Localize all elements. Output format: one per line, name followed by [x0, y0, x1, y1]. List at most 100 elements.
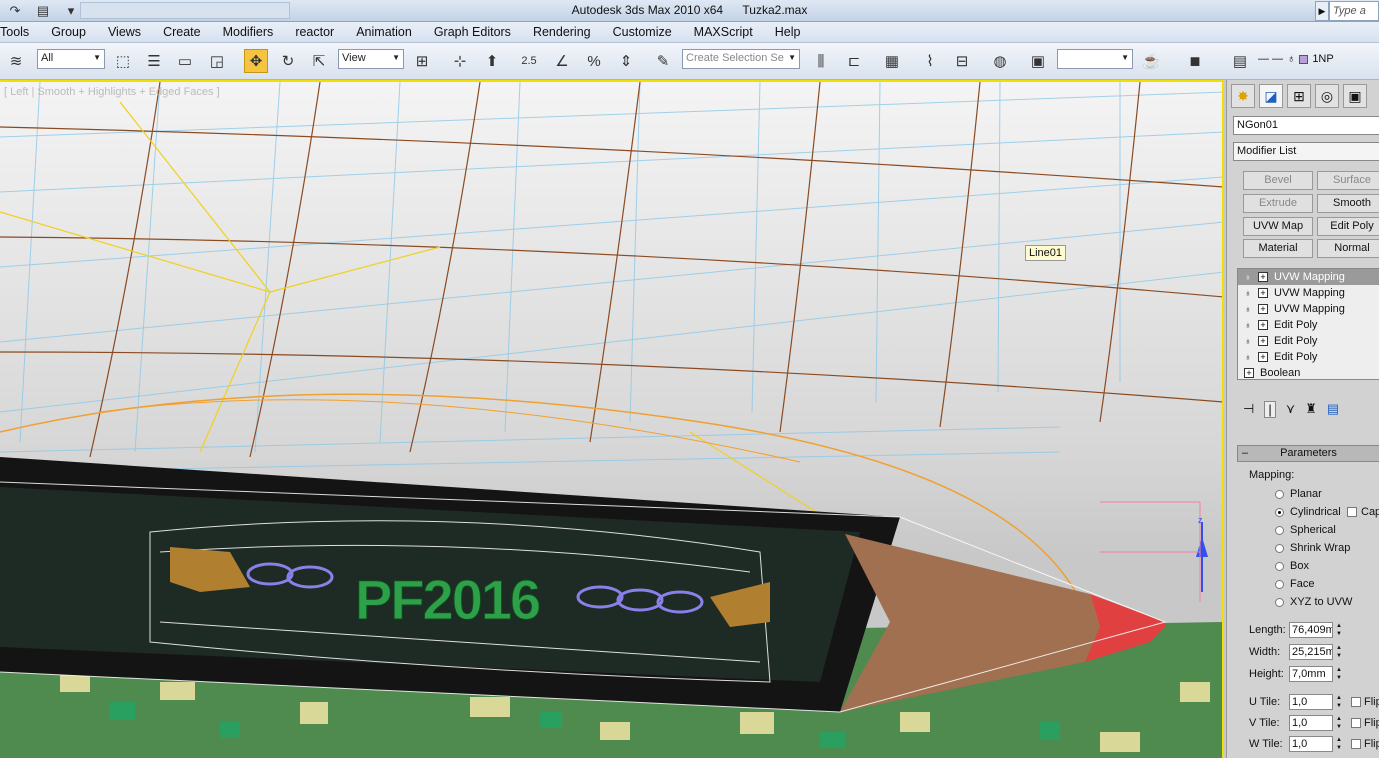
object-name-field[interactable]: NGon01	[1233, 116, 1379, 135]
material-editor-icon[interactable]: ◍	[988, 49, 1012, 73]
reference-coordinate-dropdown[interactable]: View	[338, 49, 404, 69]
curve-editor-icon[interactable]: ⌇	[918, 49, 942, 73]
viewport-left[interactable]: [ Left | Smooth + Highlights + Edged Fac…	[0, 80, 1224, 758]
stack-item[interactable]: ♁ + Edit Poly	[1238, 333, 1379, 349]
stack-item[interactable]: + Boolean	[1238, 365, 1379, 381]
stack-item[interactable]: ♁ + UVW Mapping	[1238, 301, 1379, 317]
select-and-manipulate-icon[interactable]: ⊹	[448, 49, 472, 73]
modifier-list-dropdown[interactable]: Modifier List	[1233, 142, 1379, 161]
object-cube-icon[interactable]: ■	[1183, 49, 1207, 73]
spinner-arrows-icon[interactable]: ▲ ▼	[1335, 694, 1343, 710]
select-and-move-icon[interactable]: ✥	[244, 49, 268, 73]
extrude-button[interactable]: Extrude	[1243, 194, 1313, 213]
stack-item[interactable]: ♁ + UVW Mapping	[1238, 285, 1379, 301]
select-and-rotate-icon[interactable]: ↻	[276, 49, 300, 73]
menu-animation[interactable]: Animation	[346, 25, 424, 39]
bulb-icon[interactable]: ♁	[1242, 320, 1254, 330]
stack-item[interactable]: ♁ + Edit Poly	[1238, 317, 1379, 333]
expand-icon[interactable]: +	[1258, 336, 1268, 346]
modify-tab-icon[interactable]: ◪	[1259, 84, 1283, 108]
selection-filter-dropdown[interactable]: All	[37, 49, 105, 69]
mapping-cylindrical-radio[interactable]: Cylindrical	[1275, 506, 1341, 518]
layer-color-swatch[interactable]	[1299, 54, 1309, 64]
u-tile-spinner[interactable]: U Tile: 1,0 ▲▼ Flip	[1249, 694, 1379, 710]
w-tile-field[interactable]: 1,0	[1289, 736, 1333, 752]
bulb-icon[interactable]: ♁	[1242, 352, 1254, 362]
create-tab-icon[interactable]: ✸	[1231, 84, 1255, 108]
render-type-dropdown[interactable]	[1057, 49, 1133, 69]
u-tile-field[interactable]: 1,0	[1289, 694, 1333, 710]
named-selection-sets-dropdown[interactable]: Create Selection Se	[682, 49, 800, 69]
configure-sets-icon[interactable]: ▤	[1327, 401, 1339, 417]
menu-maxscript[interactable]: MAXScript	[684, 25, 765, 39]
length-field[interactable]: 76,409m	[1289, 622, 1333, 638]
mapping-planar-radio[interactable]: Planar	[1275, 488, 1322, 500]
spinner-arrows-icon[interactable]: ▲ ▼	[1335, 622, 1343, 638]
align-icon[interactable]: ⊏	[842, 49, 866, 73]
menu-group[interactable]: Group	[41, 25, 98, 39]
motion-tab-icon[interactable]: ◎	[1315, 84, 1339, 108]
layer-name[interactable]: 1NP	[1312, 53, 1333, 65]
rectangular-selection-icon[interactable]: ▭	[173, 49, 197, 73]
pin-stack-icon[interactable]: ⊣	[1243, 401, 1254, 417]
menu-tools[interactable]: Tools	[0, 25, 41, 39]
expand-icon[interactable]: +	[1258, 288, 1268, 298]
make-unique-icon[interactable]: ⋎	[1286, 401, 1296, 417]
mapping-shrink-wrap-radio[interactable]: Shrink Wrap	[1275, 542, 1350, 554]
layers-icon[interactable]: ▤	[1228, 49, 1252, 73]
mirror-icon[interactable]: ⫼	[809, 49, 833, 73]
angle-snap-icon[interactable]: ∠	[550, 49, 574, 73]
spinner-arrows-icon[interactable]: ▲ ▼	[1335, 736, 1343, 752]
bevel-button[interactable]: Bevel	[1243, 171, 1313, 190]
parameters-header[interactable]: Parameters	[1237, 445, 1379, 462]
height-field[interactable]: 7,0mm	[1289, 666, 1333, 682]
percent-snap-icon[interactable]: %	[582, 49, 606, 73]
window-crossing-icon[interactable]: ◲	[205, 49, 229, 73]
length-spinner[interactable]: Length: 76,409m ▲ ▼	[1249, 622, 1343, 638]
v-flip-checkbox[interactable]: Flip	[1351, 717, 1379, 729]
cap-checkbox[interactable]: Cap	[1347, 506, 1379, 518]
spinner-arrows-icon[interactable]: ▲ ▼	[1335, 644, 1343, 660]
pivot-point-icon[interactable]: ⊞	[410, 49, 434, 73]
v-tile-field[interactable]: 1,0	[1289, 715, 1333, 731]
surface-button[interactable]: Surface	[1317, 171, 1379, 190]
snaps-toggle-icon[interactable]: 2.5	[517, 49, 541, 73]
w-flip-checkbox[interactable]: Flip	[1351, 738, 1379, 750]
mapping-xyz-to-uvw-radio[interactable]: XYZ to UVW	[1275, 596, 1352, 608]
viewport-label[interactable]: [ Left | Smooth + Highlights + Edged Fac…	[4, 86, 220, 98]
mapping-box-radio[interactable]: Box	[1275, 560, 1309, 572]
spinner-arrows-icon[interactable]: ▲ ▼	[1335, 666, 1343, 682]
menu-create[interactable]: Create	[153, 25, 213, 39]
layer-bulb-icon[interactable]: ♁	[1287, 53, 1295, 65]
bulb-icon[interactable]: ♁	[1242, 272, 1254, 282]
expand-icon[interactable]: +	[1258, 304, 1268, 314]
remove-modifier-icon[interactable]: ♜	[1305, 401, 1317, 417]
select-and-scale-icon[interactable]: ⇱	[307, 49, 331, 73]
bulb-icon[interactable]: ♁	[1242, 304, 1254, 314]
menu-customize[interactable]: Customize	[603, 25, 684, 39]
render-setup-icon[interactable]: ▣	[1026, 49, 1050, 73]
uvw-map-button[interactable]: UVW Map	[1243, 217, 1313, 236]
normal-button[interactable]: Normal	[1317, 239, 1379, 258]
menu-rendering[interactable]: Rendering	[523, 25, 603, 39]
link-icon[interactable]: ≋	[4, 49, 28, 73]
stack-item[interactable]: ♁ + UVW Mapping	[1238, 269, 1379, 285]
expand-icon[interactable]: +	[1244, 368, 1254, 378]
menu-help[interactable]: Help	[765, 25, 813, 39]
expand-icon[interactable]: +	[1258, 320, 1268, 330]
display-tab-icon[interactable]: ▣	[1343, 84, 1367, 108]
stack-item[interactable]: ♁ + Edit Poly	[1238, 349, 1379, 365]
hierarchy-tab-icon[interactable]: ⊞	[1287, 84, 1311, 108]
chevron-right-icon[interactable]: ▶	[1315, 1, 1329, 21]
menu-modifiers[interactable]: Modifiers	[213, 25, 286, 39]
render-production-icon[interactable]: ☕	[1139, 49, 1163, 73]
expand-icon[interactable]: +	[1258, 352, 1268, 362]
select-object-icon[interactable]: ⬚	[111, 49, 135, 73]
show-end-result-icon[interactable]: |	[1264, 400, 1276, 418]
spinner-snap-icon[interactable]: ⇕	[614, 49, 638, 73]
mapping-face-radio[interactable]: Face	[1275, 578, 1314, 590]
mapping-spherical-radio[interactable]: Spherical	[1275, 524, 1336, 536]
bulb-icon[interactable]: ♁	[1242, 288, 1254, 298]
bulb-icon[interactable]: ♁	[1242, 336, 1254, 346]
height-spinner[interactable]: Height: 7,0mm ▲ ▼	[1249, 666, 1343, 682]
